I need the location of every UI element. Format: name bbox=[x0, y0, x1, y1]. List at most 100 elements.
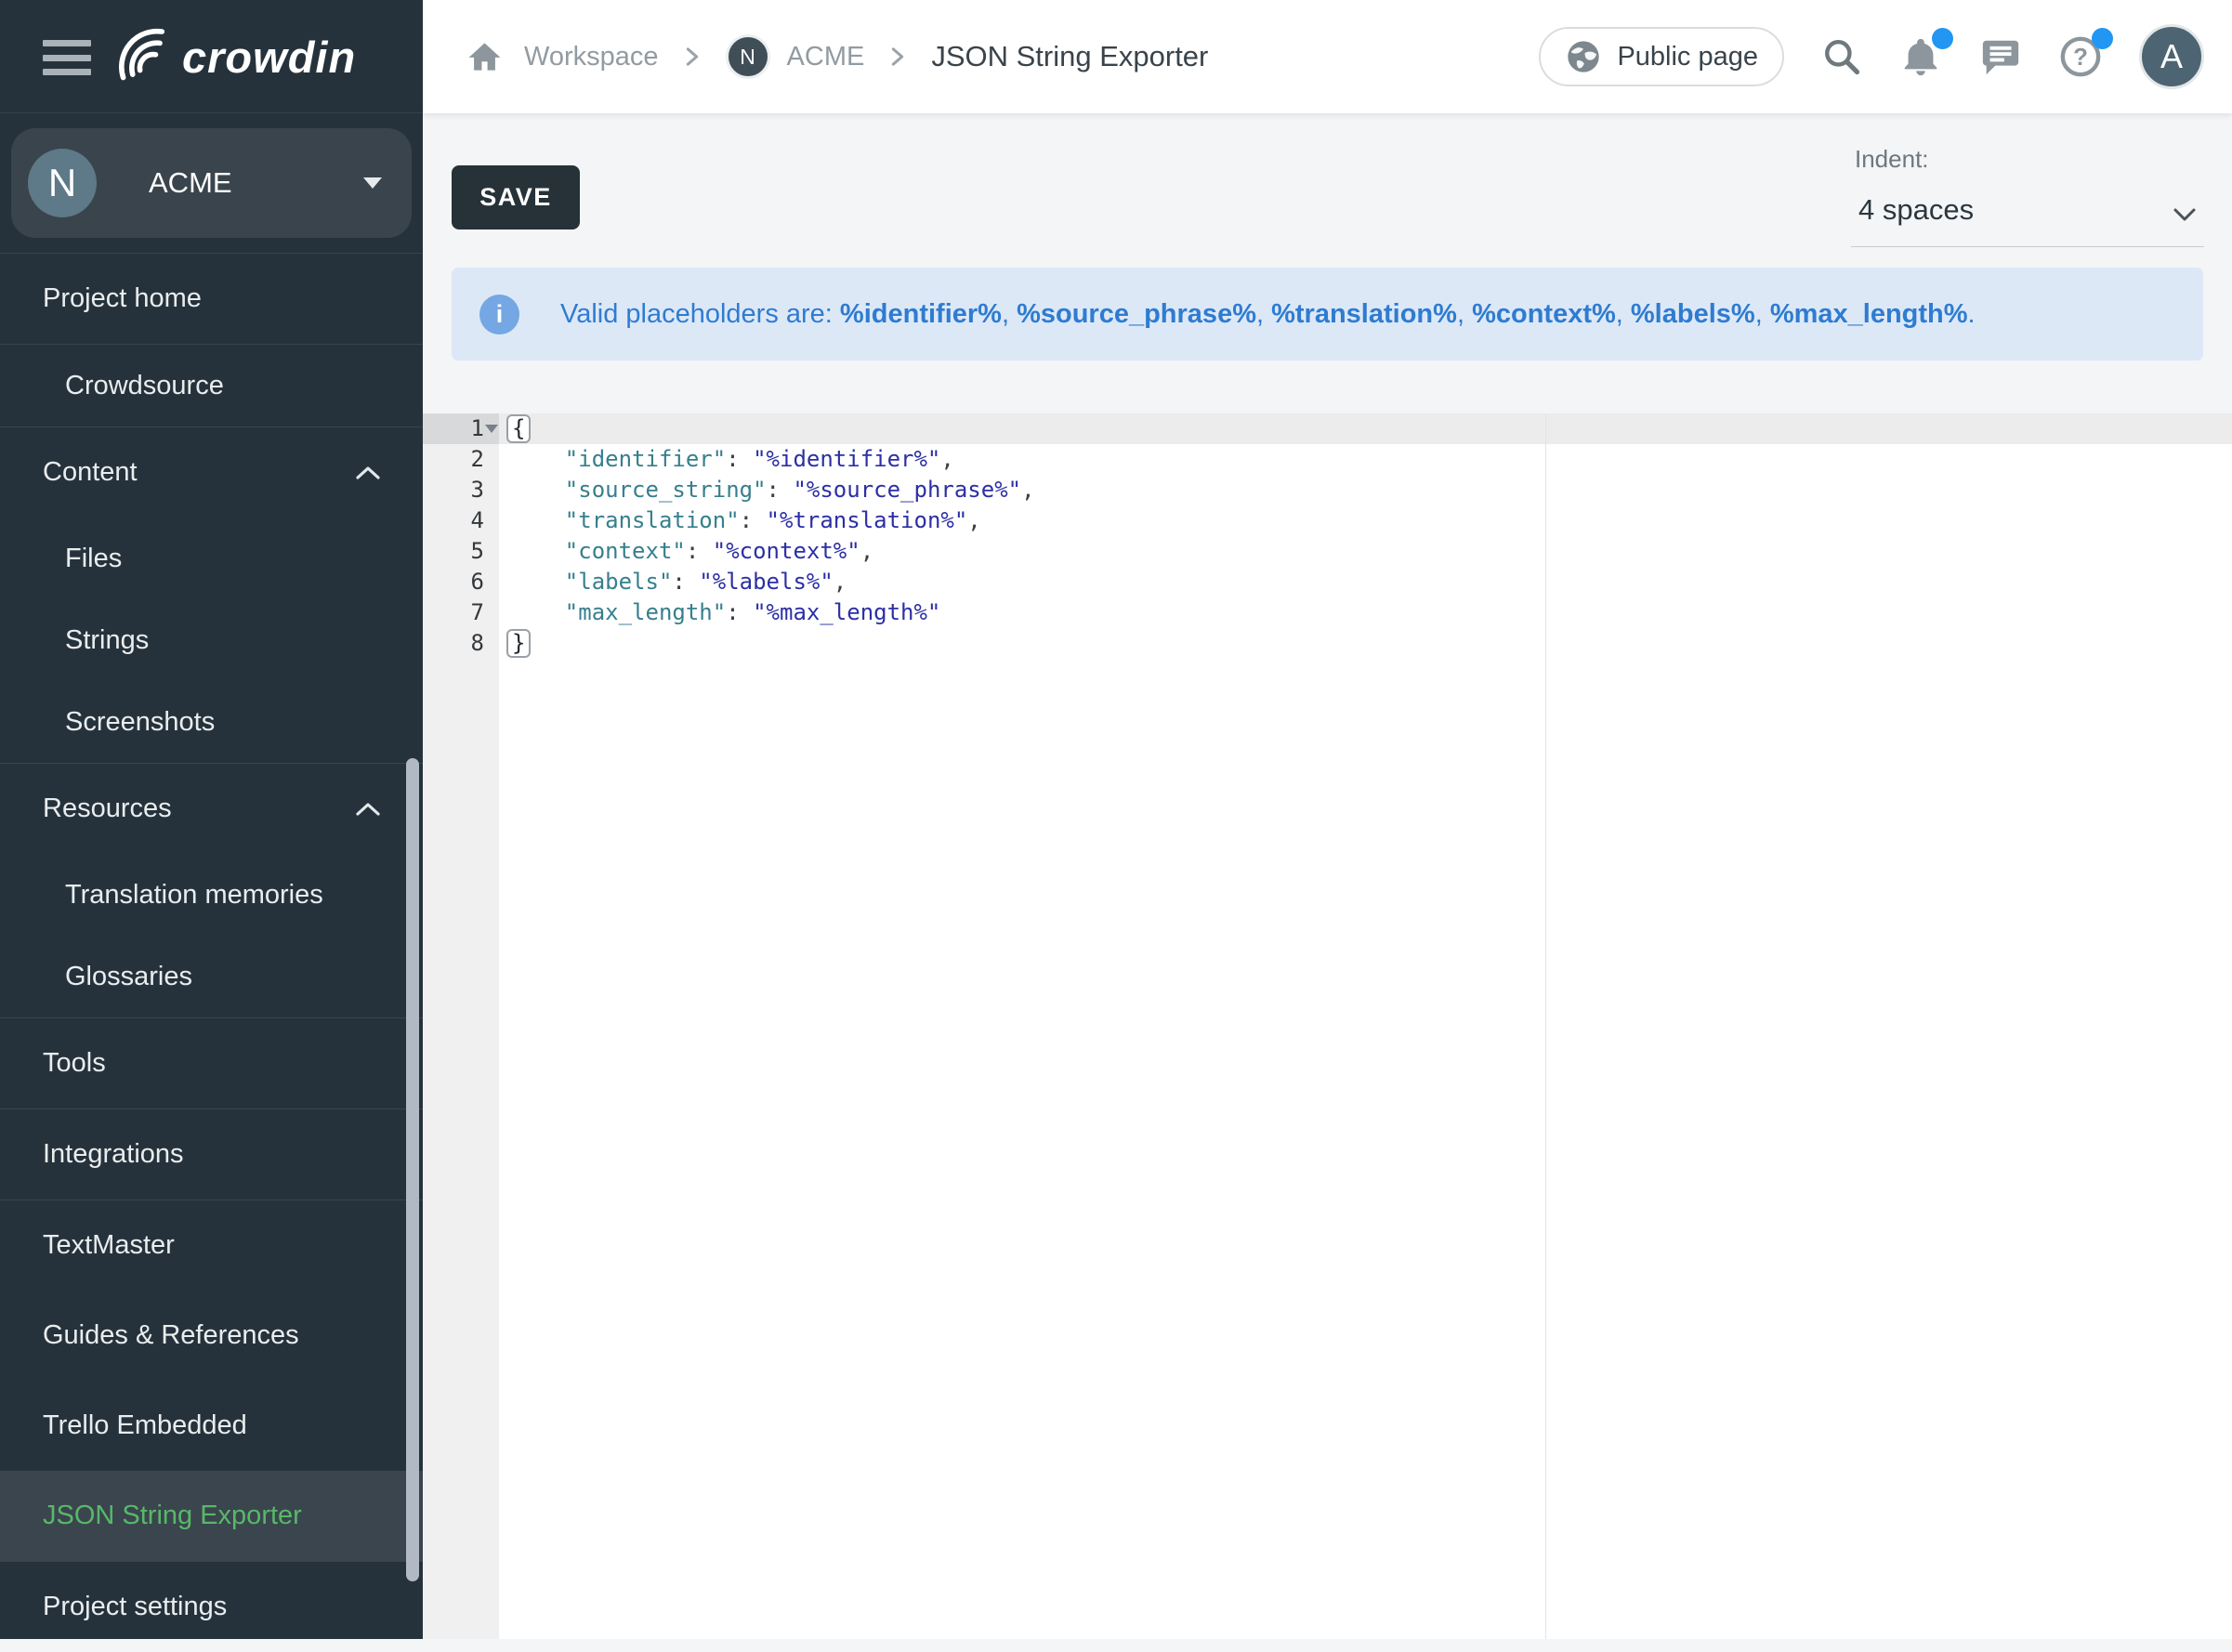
code-key: "translation" bbox=[565, 507, 740, 533]
sidebar-item-strings[interactable]: Strings bbox=[0, 599, 423, 681]
help-icon[interactable]: ? bbox=[2059, 35, 2102, 78]
breadcrumb-project[interactable]: ACME bbox=[787, 42, 865, 72]
print-margin-line bbox=[1545, 413, 1546, 1639]
code-value: "%max_length%" bbox=[753, 599, 940, 625]
project-avatar: N bbox=[28, 149, 97, 217]
gutter-line-number: 5 bbox=[423, 536, 499, 567]
crowdin-logo-mark-icon bbox=[110, 23, 177, 90]
code-punct: , bbox=[860, 538, 873, 564]
editor-code-area[interactable]: { "identifier": "%identifier%", "source_… bbox=[499, 413, 2232, 1639]
gutter-line-number: 6 bbox=[423, 567, 499, 597]
code-line: "max_length": "%max_length%" bbox=[499, 597, 2232, 628]
hamburger-menu-icon[interactable] bbox=[43, 40, 91, 75]
breadcrumb-project-avatar[interactable]: N bbox=[726, 34, 770, 79]
info-banner: i Valid placeholders are: %identifier%, … bbox=[452, 268, 2203, 361]
code-editor[interactable]: 12345678 { "identifier": "%identifier%",… bbox=[423, 413, 2232, 1639]
sidebar-item-json-string-exporter[interactable]: JSON String Exporter bbox=[0, 1471, 423, 1561]
code-indent bbox=[511, 599, 565, 625]
code-key: "max_length" bbox=[565, 599, 726, 625]
notifications-bell-icon[interactable] bbox=[1899, 35, 1942, 78]
sidebar-item-trello-embedded[interactable]: Trello Embedded bbox=[0, 1381, 423, 1471]
code-key: "identifier" bbox=[565, 446, 726, 472]
sidebar-item-project-home[interactable]: Project home bbox=[0, 254, 423, 344]
home-icon[interactable] bbox=[467, 41, 502, 72]
fold-icon[interactable] bbox=[485, 425, 498, 433]
breadcrumb-workspace[interactable]: Workspace bbox=[524, 42, 659, 72]
code-value: "%source_phrase%" bbox=[793, 477, 1021, 503]
sidebar-item-screenshots[interactable]: Screenshots bbox=[0, 681, 423, 763]
sidebar-item-label: Glossaries bbox=[65, 962, 192, 992]
caret-down-icon bbox=[363, 177, 382, 189]
sidebar-item-crowdsource[interactable]: Crowdsource bbox=[0, 345, 423, 426]
sidebar-item-files[interactable]: Files bbox=[0, 518, 423, 599]
code-key: "labels" bbox=[565, 569, 673, 595]
header-actions: Public page ? bbox=[1539, 0, 2204, 113]
sidebar-item-label: Integrations bbox=[43, 1139, 184, 1170]
sidebar-item-label: Guides & References bbox=[43, 1320, 299, 1351]
code-indent bbox=[511, 446, 565, 472]
code-line: "labels": "%labels%", bbox=[499, 567, 2232, 597]
sidebar-item-content[interactable]: Content bbox=[0, 427, 423, 518]
breadcrumb-page-title: JSON String Exporter bbox=[931, 40, 1208, 73]
save-button[interactable]: SAVE bbox=[452, 165, 580, 229]
chevron-up-icon bbox=[354, 800, 382, 819]
sidebar-item-label: JSON String Exporter bbox=[43, 1501, 302, 1531]
code-key: "source_string" bbox=[565, 477, 767, 503]
code-value: "%context%" bbox=[713, 538, 860, 564]
sidebar-item-guides-references[interactable]: Guides & References bbox=[0, 1291, 423, 1381]
code-punct: : bbox=[726, 599, 753, 625]
code-indent bbox=[511, 507, 565, 533]
code-indent bbox=[511, 569, 565, 595]
placeholder: %identifier% bbox=[840, 299, 1002, 329]
public-page-label: Public page bbox=[1617, 42, 1758, 72]
sidebar-item-label: Project home bbox=[43, 283, 202, 314]
sidebar-item-label: Strings bbox=[65, 625, 149, 656]
code-value: "%identifier%" bbox=[753, 446, 940, 472]
code-value: "%labels%" bbox=[699, 569, 834, 595]
code-punct: , bbox=[967, 507, 980, 533]
sidebar-item-integrations[interactable]: Integrations bbox=[0, 1109, 423, 1200]
sidebar-item-glossaries[interactable]: Glossaries bbox=[0, 936, 423, 1017]
code-key: "context" bbox=[565, 538, 686, 564]
matched-bracket: { bbox=[506, 414, 531, 443]
placeholder: %translation% bbox=[1271, 299, 1457, 329]
user-avatar[interactable]: A bbox=[2139, 24, 2204, 89]
banner-text: Valid placeholders are: %identifier%, %s… bbox=[560, 299, 1976, 330]
code-punct: : bbox=[686, 538, 713, 564]
gutter-line-number: 7 bbox=[423, 597, 499, 628]
code-line: { bbox=[499, 413, 2232, 444]
sidebar-item-resources[interactable]: Resources bbox=[0, 764, 423, 854]
placeholder: %source_phrase% bbox=[1017, 299, 1256, 329]
sidebar-item-label: Tools bbox=[43, 1048, 106, 1079]
crowdin-logo[interactable]: crowdin bbox=[110, 20, 356, 93]
sidebar-item-label: Resources bbox=[43, 793, 172, 824]
public-page-button[interactable]: Public page bbox=[1539, 27, 1784, 86]
gutter-line-number: 2 bbox=[423, 444, 499, 475]
search-icon[interactable] bbox=[1821, 36, 1862, 77]
gutter-line-number: 4 bbox=[423, 505, 499, 536]
sidebar-item-project-settings[interactable]: Project settings bbox=[0, 1562, 423, 1652]
code-punct: , bbox=[940, 446, 953, 472]
sidebar: crowdin N ACME Project home CrowdsourceCo… bbox=[0, 0, 423, 1639]
code-line: } bbox=[499, 628, 2232, 659]
indent-label: Indent: bbox=[1855, 145, 1929, 174]
gutter-line-number: 3 bbox=[423, 475, 499, 505]
sidebar-item-tools[interactable]: Tools bbox=[0, 1018, 423, 1108]
sidebar-item-translation-memories[interactable]: Translation memories bbox=[0, 854, 423, 936]
info-icon: i bbox=[479, 295, 519, 334]
sidebar-item-textmaster[interactable]: TextMaster bbox=[0, 1200, 423, 1291]
breadcrumb: Workspace N ACME JSON String Exporter bbox=[467, 0, 1208, 113]
messages-icon[interactable] bbox=[1979, 35, 2022, 78]
chevron-right-icon bbox=[886, 44, 909, 70]
project-selector[interactable]: N ACME bbox=[11, 128, 412, 238]
project-name: ACME bbox=[149, 166, 363, 200]
code-punct: , bbox=[1021, 477, 1034, 503]
indent-select[interactable]: 4 spaces bbox=[1851, 182, 2204, 247]
chevron-down-icon bbox=[2171, 201, 2199, 229]
code-indent bbox=[511, 477, 565, 503]
sidebar-nav: Project home CrowdsourceContentFiles Strin… bbox=[0, 253, 423, 1652]
sidebar-scrollbar[interactable] bbox=[406, 758, 419, 1581]
gutter-line-number: 8 bbox=[423, 628, 499, 659]
code-line: "source_string": "%source_phrase%", bbox=[499, 475, 2232, 505]
globe-icon bbox=[1565, 38, 1602, 75]
